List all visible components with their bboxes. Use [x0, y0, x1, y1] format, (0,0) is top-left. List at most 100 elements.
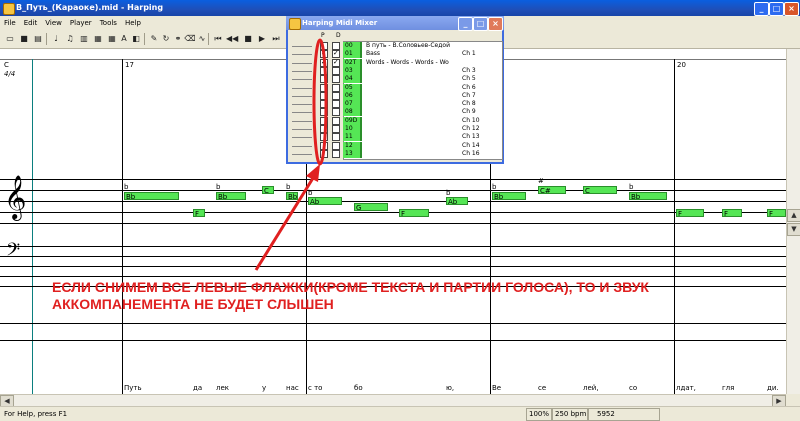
note-bar[interactable]: Bb — [124, 192, 179, 200]
lyric-syllable: ю, — [446, 384, 455, 392]
staff-line — [0, 256, 786, 257]
accidental-label: b — [492, 183, 497, 191]
note-bar[interactable]: F — [193, 209, 205, 217]
note-bar[interactable]: Bb — [492, 192, 526, 200]
wave-icon[interactable]: ∿ — [196, 33, 208, 45]
grid-icon[interactable]: ▦ — [106, 33, 118, 45]
score-view-icon[interactable]: ♩ — [50, 33, 62, 45]
menu-view[interactable]: View — [41, 16, 66, 30]
track-channel: Ch 7 — [462, 91, 476, 99]
note-bar[interactable]: F — [676, 209, 704, 217]
track-channel: Ch 6 — [462, 83, 476, 91]
annotation-arrow-line — [254, 169, 320, 271]
scroll-up-icon[interactable]: ▲ — [787, 209, 800, 222]
track-channel: Ch 12 — [462, 125, 480, 132]
chord-label: C — [4, 61, 9, 69]
staff-line — [0, 266, 786, 267]
track-channel: Ch 1 — [462, 50, 476, 58]
menu-help[interactable]: Help — [121, 16, 145, 30]
track-channel: Ch 3 — [462, 66, 476, 74]
playback-cursor[interactable] — [32, 59, 33, 394]
maximize-icon[interactable]: □ — [473, 17, 488, 31]
note-bar[interactable]: F — [767, 209, 786, 217]
eraser-icon[interactable]: ⌫ — [184, 33, 196, 45]
save-icon[interactable]: ■ — [18, 33, 30, 45]
staff-line — [0, 323, 786, 324]
annotation-arrowhead — [306, 164, 320, 182]
lyric-syllable: лдат, — [676, 384, 696, 392]
lyric-syllable: со — [629, 384, 638, 392]
status-position: 5952 — [597, 410, 615, 418]
note-bar[interactable]: Ab — [446, 197, 468, 205]
menu-tools[interactable]: Tools — [96, 16, 121, 30]
window-title: В_Путь_(Караоке).mid - Harping — [16, 3, 164, 12]
track-color-marker — [360, 141, 362, 150]
menu-player[interactable]: Player — [66, 16, 96, 30]
track-color-marker — [360, 108, 362, 117]
accidental-label: b — [446, 189, 451, 197]
track-channel: Ch 14 — [462, 141, 480, 149]
measure-number: 20 — [677, 61, 686, 69]
toolbar-separator — [144, 33, 145, 45]
lyric-syllable: Путь — [124, 384, 142, 392]
lyric-syllable: ди. — [767, 384, 779, 392]
close-icon[interactable]: × — [784, 2, 799, 16]
pencil-icon[interactable]: ✎ — [148, 33, 160, 45]
staff-line — [0, 201, 786, 202]
accidental-label: b — [124, 183, 129, 191]
notes-view-icon[interactable]: ♫ — [64, 33, 76, 45]
print-icon[interactable]: ▤ — [32, 33, 44, 45]
barline — [674, 59, 675, 394]
lyric-syllable: да — [193, 384, 203, 392]
loop-icon[interactable]: ↻ — [160, 33, 172, 45]
scroll-down-icon[interactable]: ▼ — [787, 223, 800, 236]
measure-number: 17 — [125, 61, 134, 69]
accidental-label: # — [538, 177, 544, 185]
track-channel: Ch 13 — [462, 133, 480, 141]
toolbar-separator — [46, 33, 47, 45]
accidental-label: b — [216, 183, 221, 191]
open-folder-icon[interactable]: ▭ — [4, 33, 16, 45]
note-bar[interactable]: F — [722, 209, 742, 217]
midi-icon[interactable]: ▦ — [92, 33, 104, 45]
track-color-marker — [360, 91, 362, 100]
barline — [122, 59, 123, 394]
track-name: В путь - В.Соловьев-Седой — [366, 42, 450, 49]
staff-line — [0, 223, 786, 224]
note-bar[interactable]: F — [399, 209, 429, 217]
staff-line — [0, 340, 786, 341]
staff-line — [0, 212, 786, 213]
minimize-icon[interactable]: _ — [754, 2, 769, 16]
note-bar[interactable]: G — [354, 203, 388, 211]
track-channel: Ch 5 — [462, 75, 476, 83]
note-bar[interactable]: Bb — [629, 192, 667, 200]
keyboard-icon[interactable]: ▥ — [78, 33, 90, 45]
lyric-syllable: Ве — [492, 384, 502, 392]
note-bar[interactable]: C# — [538, 186, 566, 194]
track-channel: Ch 8 — [462, 100, 476, 108]
skip-start-icon[interactable]: ⏮ — [212, 33, 224, 45]
close-icon[interactable]: × — [488, 17, 503, 31]
link-icon[interactable]: ⚭ — [172, 33, 184, 45]
lyric-syllable: бо — [354, 384, 363, 392]
text-icon[interactable]: A — [118, 33, 130, 45]
lyric-syllable: с то — [308, 384, 323, 392]
flag-icon[interactable]: ◧ — [130, 33, 142, 45]
rewind-icon[interactable]: ◀◀ — [226, 33, 238, 45]
menu-file[interactable]: File — [0, 16, 20, 30]
track-color-marker — [360, 100, 362, 109]
toolbar-separator — [208, 33, 209, 45]
minimize-icon[interactable]: _ — [458, 17, 473, 31]
status-tempo: 250 bpm — [555, 410, 587, 418]
note-bar[interactable]: C — [583, 186, 617, 194]
status-help-text: For Help, press F1 — [4, 410, 68, 418]
accidental-label: b — [629, 183, 634, 191]
track-color-marker — [360, 42, 362, 50]
track-color-marker — [360, 116, 362, 125]
time-signature: 4/4 — [4, 70, 16, 78]
staff-line — [0, 179, 786, 180]
menu-edit[interactable]: Edit — [20, 16, 42, 30]
vertical-scrollbar[interactable]: ▲ ▼ — [786, 49, 800, 394]
staff-line — [0, 276, 786, 277]
maximize-icon[interactable]: □ — [769, 2, 784, 16]
